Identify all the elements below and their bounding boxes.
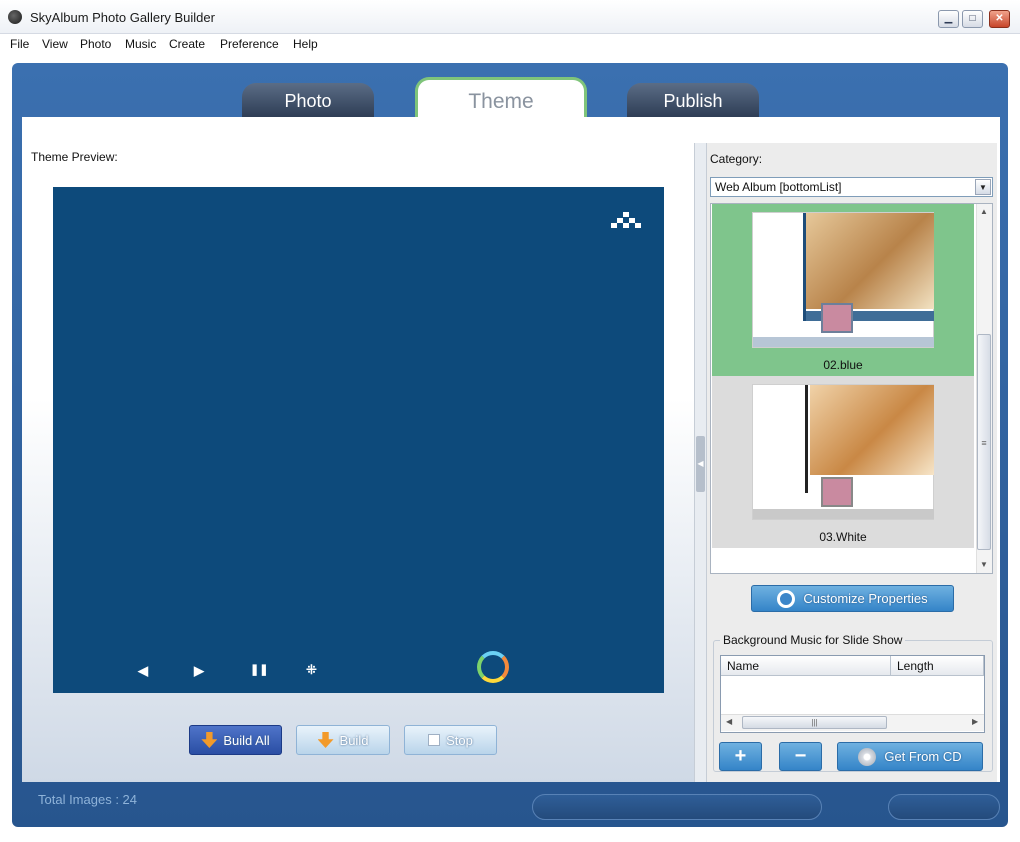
get-from-cd-label: Get From CD	[884, 749, 962, 764]
build-button[interactable]: Build	[296, 725, 390, 755]
theme-thumbnail	[752, 384, 934, 520]
menu-music[interactable]: Music	[125, 37, 156, 51]
tab-theme[interactable]: Theme	[415, 77, 587, 119]
scroll-left-icon[interactable]: ◀	[726, 717, 732, 726]
build-all-label: Build All	[223, 732, 270, 748]
prev-icon[interactable]: ◀	[138, 663, 148, 679]
tab-photo[interactable]: Photo	[242, 83, 374, 117]
background-music-legend: Background Music for Slide Show	[720, 633, 906, 647]
grid-view-icon[interactable]	[611, 212, 641, 228]
stop-button[interactable]: Stop	[404, 725, 497, 755]
build-all-button[interactable]: Build All	[189, 725, 282, 755]
total-images-status: Total Images : 24	[38, 792, 137, 807]
status-panel	[888, 794, 1000, 820]
download-icon	[317, 732, 334, 748]
download-icon	[201, 732, 218, 748]
menu-view[interactable]: View	[42, 37, 68, 51]
scroll-down-icon[interactable]: ▼	[980, 560, 988, 569]
stop-label: Stop	[446, 732, 473, 748]
category-value: Web Album [bottomList]	[715, 180, 842, 194]
customize-label: Customize Properties	[803, 591, 928, 606]
scroll-right-icon[interactable]: ▶	[972, 717, 978, 726]
menu-help[interactable]: Help	[293, 37, 318, 51]
collapse-arrow-icon[interactable]: ◀	[696, 436, 705, 492]
thumbnails-icon[interactable]: ⁜	[306, 662, 317, 678]
category-select[interactable]: Web Album [bottomList] ▼	[710, 177, 993, 197]
add-music-button[interactable]: +	[719, 742, 762, 771]
title-bar: SkyAlbum Photo Gallery Builder ▁ □ ✕	[0, 0, 1020, 34]
scroll-up-icon[interactable]: ▲	[980, 207, 988, 216]
customize-properties-button[interactable]: Customize Properties	[751, 585, 954, 612]
status-bar	[22, 786, 1000, 818]
get-from-cd-button[interactable]: Get From CD	[837, 742, 983, 771]
build-label: Build	[339, 732, 369, 748]
menu-create[interactable]: Create	[169, 37, 205, 51]
pause-icon[interactable]: ❚❚	[250, 663, 268, 676]
remove-music-button[interactable]: −	[779, 742, 822, 771]
cd-icon	[858, 747, 877, 766]
theme-name: 02.blue	[823, 358, 863, 372]
status-panel	[532, 794, 822, 820]
gear-icon	[777, 589, 796, 608]
maximize-button[interactable]: □	[962, 10, 983, 28]
chevron-down-icon[interactable]: ▼	[975, 179, 991, 195]
menu-preference[interactable]: Preference	[220, 37, 279, 51]
theme-name: 03.White	[819, 530, 867, 544]
column-name[interactable]: Name	[721, 656, 891, 676]
music-list-scroll-thumb[interactable]: |||	[742, 716, 887, 729]
app-icon	[8, 10, 22, 24]
menu-file[interactable]: File	[10, 37, 29, 51]
theme-thumbnail	[752, 212, 934, 348]
close-button[interactable]: ✕	[989, 10, 1010, 28]
minimize-button[interactable]: ▁	[938, 10, 959, 28]
menu-bar: File View Photo Music Create Preference …	[0, 34, 1020, 54]
tab-publish[interactable]: Publish	[627, 83, 759, 117]
window-title: SkyAlbum Photo Gallery Builder	[30, 10, 215, 25]
theme-preview	[53, 187, 664, 693]
preview-label: Theme Preview:	[31, 150, 118, 164]
menu-photo[interactable]: Photo	[80, 37, 111, 51]
column-length[interactable]: Length	[891, 656, 984, 676]
category-label: Category:	[710, 152, 763, 166]
stop-icon	[428, 734, 441, 746]
theme-list-scroll-thumb[interactable]: ≡	[977, 334, 991, 550]
next-icon[interactable]: ▶	[194, 663, 204, 679]
loading-ring-icon	[477, 651, 509, 683]
